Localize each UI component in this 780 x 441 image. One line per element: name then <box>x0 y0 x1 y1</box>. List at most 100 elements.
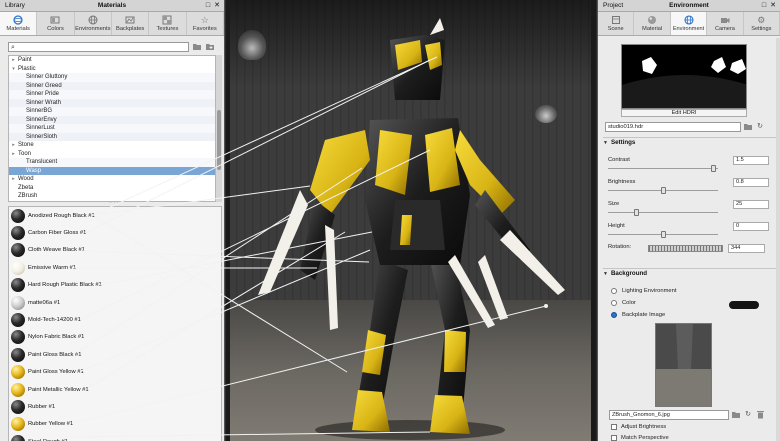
radio-button[interactable] <box>611 288 617 294</box>
tree-material-item[interactable]: Sinner Pride <box>9 90 215 99</box>
expand-arrow-icon[interactable]: ▸ <box>9 150 18 159</box>
folder-open-icon[interactable] <box>731 410 741 420</box>
radio-lighting-environment[interactable]: Lighting Environment <box>611 286 676 296</box>
folder-open-icon[interactable] <box>743 122 753 132</box>
tree-folder-item[interactable]: Zbeta <box>9 184 215 193</box>
environment-scrollbar[interactable] <box>776 38 780 441</box>
close-icon[interactable]: ✕ <box>214 0 220 12</box>
radio-button[interactable] <box>611 312 617 318</box>
radio-backplate-image[interactable]: Backplate Image <box>611 310 665 320</box>
tree-material-item[interactable]: Wasp <box>9 166 215 175</box>
radio-button[interactable] <box>611 300 617 306</box>
tab-textures[interactable]: Textures <box>149 12 187 35</box>
tree-material-item[interactable]: Sinner Gluttony <box>9 73 215 82</box>
background-color-swatch[interactable] <box>729 301 759 309</box>
material-list-item[interactable]: Rubber Yellow #1 <box>9 416 221 433</box>
height-property: Height 0 <box>608 222 769 243</box>
checkbox[interactable] <box>611 435 617 441</box>
backplate-file-field[interactable]: ZBrush_Gnomon_6.jpg <box>609 410 729 420</box>
tab-material[interactable]: Material <box>634 12 671 35</box>
tab-camera[interactable]: Camera <box>707 12 744 35</box>
tab-environment[interactable]: Environment <box>670 12 708 35</box>
material-swatch <box>11 399 25 414</box>
tree-folder-item[interactable]: ▸ Toon <box>9 150 215 159</box>
maximize-icon[interactable]: □ <box>206 0 210 12</box>
maximize-icon[interactable]: □ <box>762 0 766 12</box>
contrast-slider-track[interactable] <box>608 168 718 169</box>
material-list-item[interactable]: Mold-Tech-14200 #1 <box>9 311 221 328</box>
trash-icon[interactable] <box>755 410 765 420</box>
contrast-slider-knob[interactable] <box>710 165 716 172</box>
hdri-file-field[interactable]: studio019.hdr <box>605 122 741 132</box>
material-list-item[interactable]: Steel Rough #1 <box>9 433 221 441</box>
size-slider-knob[interactable] <box>633 209 639 216</box>
edit-hdri-button[interactable]: Edit HDRI <box>621 109 747 117</box>
contrast-property: Contrast 1.5 <box>608 156 769 177</box>
height-slider-knob[interactable] <box>661 231 666 238</box>
material-list-item[interactable]: matte06a #1 <box>9 294 221 311</box>
folder-open-icon[interactable] <box>192 42 202 52</box>
match-perspective-checkbox-row[interactable]: Match Perspective <box>611 433 669 441</box>
tree-scrollbar[interactable] <box>216 55 222 202</box>
material-list-item[interactable]: Anodized Rough Black #1 <box>9 207 221 224</box>
size-input[interactable]: 25 <box>733 200 769 209</box>
collapse-arrow-icon[interactable]: ▾ <box>9 65 18 74</box>
tree-item-label: SinnerLust <box>26 125 55 131</box>
rotation-input[interactable]: 344 <box>728 244 765 253</box>
material-list-item[interactable]: Emissive Warm #1 <box>9 259 221 276</box>
material-list-item[interactable]: Paint Metallic Yellow #1 <box>9 381 221 398</box>
tab-environments[interactable]: Environments <box>75 12 112 35</box>
scrollbar-thumb[interactable] <box>217 110 221 170</box>
expand-arrow-icon[interactable]: ▸ <box>9 56 18 65</box>
tree-folder-item[interactable]: ▸ Paint <box>9 56 215 65</box>
tree-material-item[interactable]: Sinner Wrath <box>9 98 215 107</box>
tree-material-item[interactable]: SinnerBG <box>9 107 215 116</box>
height-input[interactable]: 0 <box>733 222 769 231</box>
refresh-icon[interactable]: ↻ <box>743 410 753 420</box>
brightness-input[interactable]: 0.8 <box>733 178 769 187</box>
tree-material-item[interactable]: Translucent <box>9 158 215 167</box>
material-list-item[interactable]: Cloth Weave Black #1 <box>9 242 221 259</box>
expand-arrow-icon[interactable]: ▸ <box>9 175 18 184</box>
add-folder-icon[interactable] <box>205 42 215 52</box>
backplate-thumbnail[interactable] <box>655 323 712 407</box>
adjust-brightness-checkbox-row[interactable]: Adjust Brightness <box>611 422 666 432</box>
refresh-icon[interactable]: ↻ <box>755 122 765 132</box>
tab-favorites[interactable]: ☆ Favorites <box>187 12 224 35</box>
material-list-item[interactable]: Hard Rough Plastic Black #1 <box>9 277 221 294</box>
brightness-slider-knob[interactable] <box>661 187 666 194</box>
rotation-jog-wheel[interactable] <box>648 245 723 252</box>
expand-arrow-icon[interactable]: ▸ <box>9 141 18 150</box>
tree-material-item[interactable]: SinnerSloth <box>9 132 215 141</box>
material-list-item[interactable]: Paint Gloss Black #1 <box>9 346 221 363</box>
tab-label: Materials <box>6 26 30 32</box>
material-list-item[interactable]: Carbon Fiber Gloss #1 <box>9 224 221 241</box>
radio-color[interactable]: Color <box>611 298 636 308</box>
tree-folder-item[interactable]: ▸ Stone <box>9 141 215 150</box>
settings-section-header[interactable]: ▼ Settings <box>603 137 778 147</box>
tree-folder-item[interactable]: ▾ Plastic <box>9 65 215 74</box>
library-search-input[interactable]: ⌕ <box>8 42 189 52</box>
checkbox[interactable] <box>611 424 617 430</box>
material-list-item[interactable]: Rubber #1 <box>9 398 221 415</box>
size-slider-track[interactable] <box>608 212 718 213</box>
contrast-input[interactable]: 1.5 <box>733 156 769 165</box>
tree-item-label: ZBrush <box>18 193 38 199</box>
render-viewport[interactable] <box>226 0 596 441</box>
tree-material-item[interactable]: Sinner Greed <box>9 81 215 90</box>
material-list-item[interactable]: Nylon Fabric Black #1 <box>9 329 221 346</box>
tab-colors[interactable]: Colors <box>37 12 75 35</box>
tree-folder-item[interactable]: ▸ Wood <box>9 175 215 184</box>
tab-materials[interactable]: Materials <box>0 12 38 35</box>
tree-material-item[interactable]: SinnerEnvy <box>9 115 215 124</box>
tab-backplates[interactable]: Backplates <box>112 12 150 35</box>
tab-scene[interactable]: Scene <box>598 12 635 35</box>
material-list-item[interactable]: Paint Gloss Yellow #1 <box>9 364 221 381</box>
material-name: Emissive Warm #1 <box>28 264 77 271</box>
hdri-preview[interactable] <box>621 44 747 109</box>
close-icon[interactable]: ✕ <box>770 0 776 12</box>
tree-material-item[interactable]: SinnerLust <box>9 124 215 133</box>
background-section-header[interactable]: ▼ Background <box>603 268 778 278</box>
tab-settings[interactable]: ⚙ Settings <box>744 12 780 35</box>
hdri-preview-image <box>622 45 746 108</box>
